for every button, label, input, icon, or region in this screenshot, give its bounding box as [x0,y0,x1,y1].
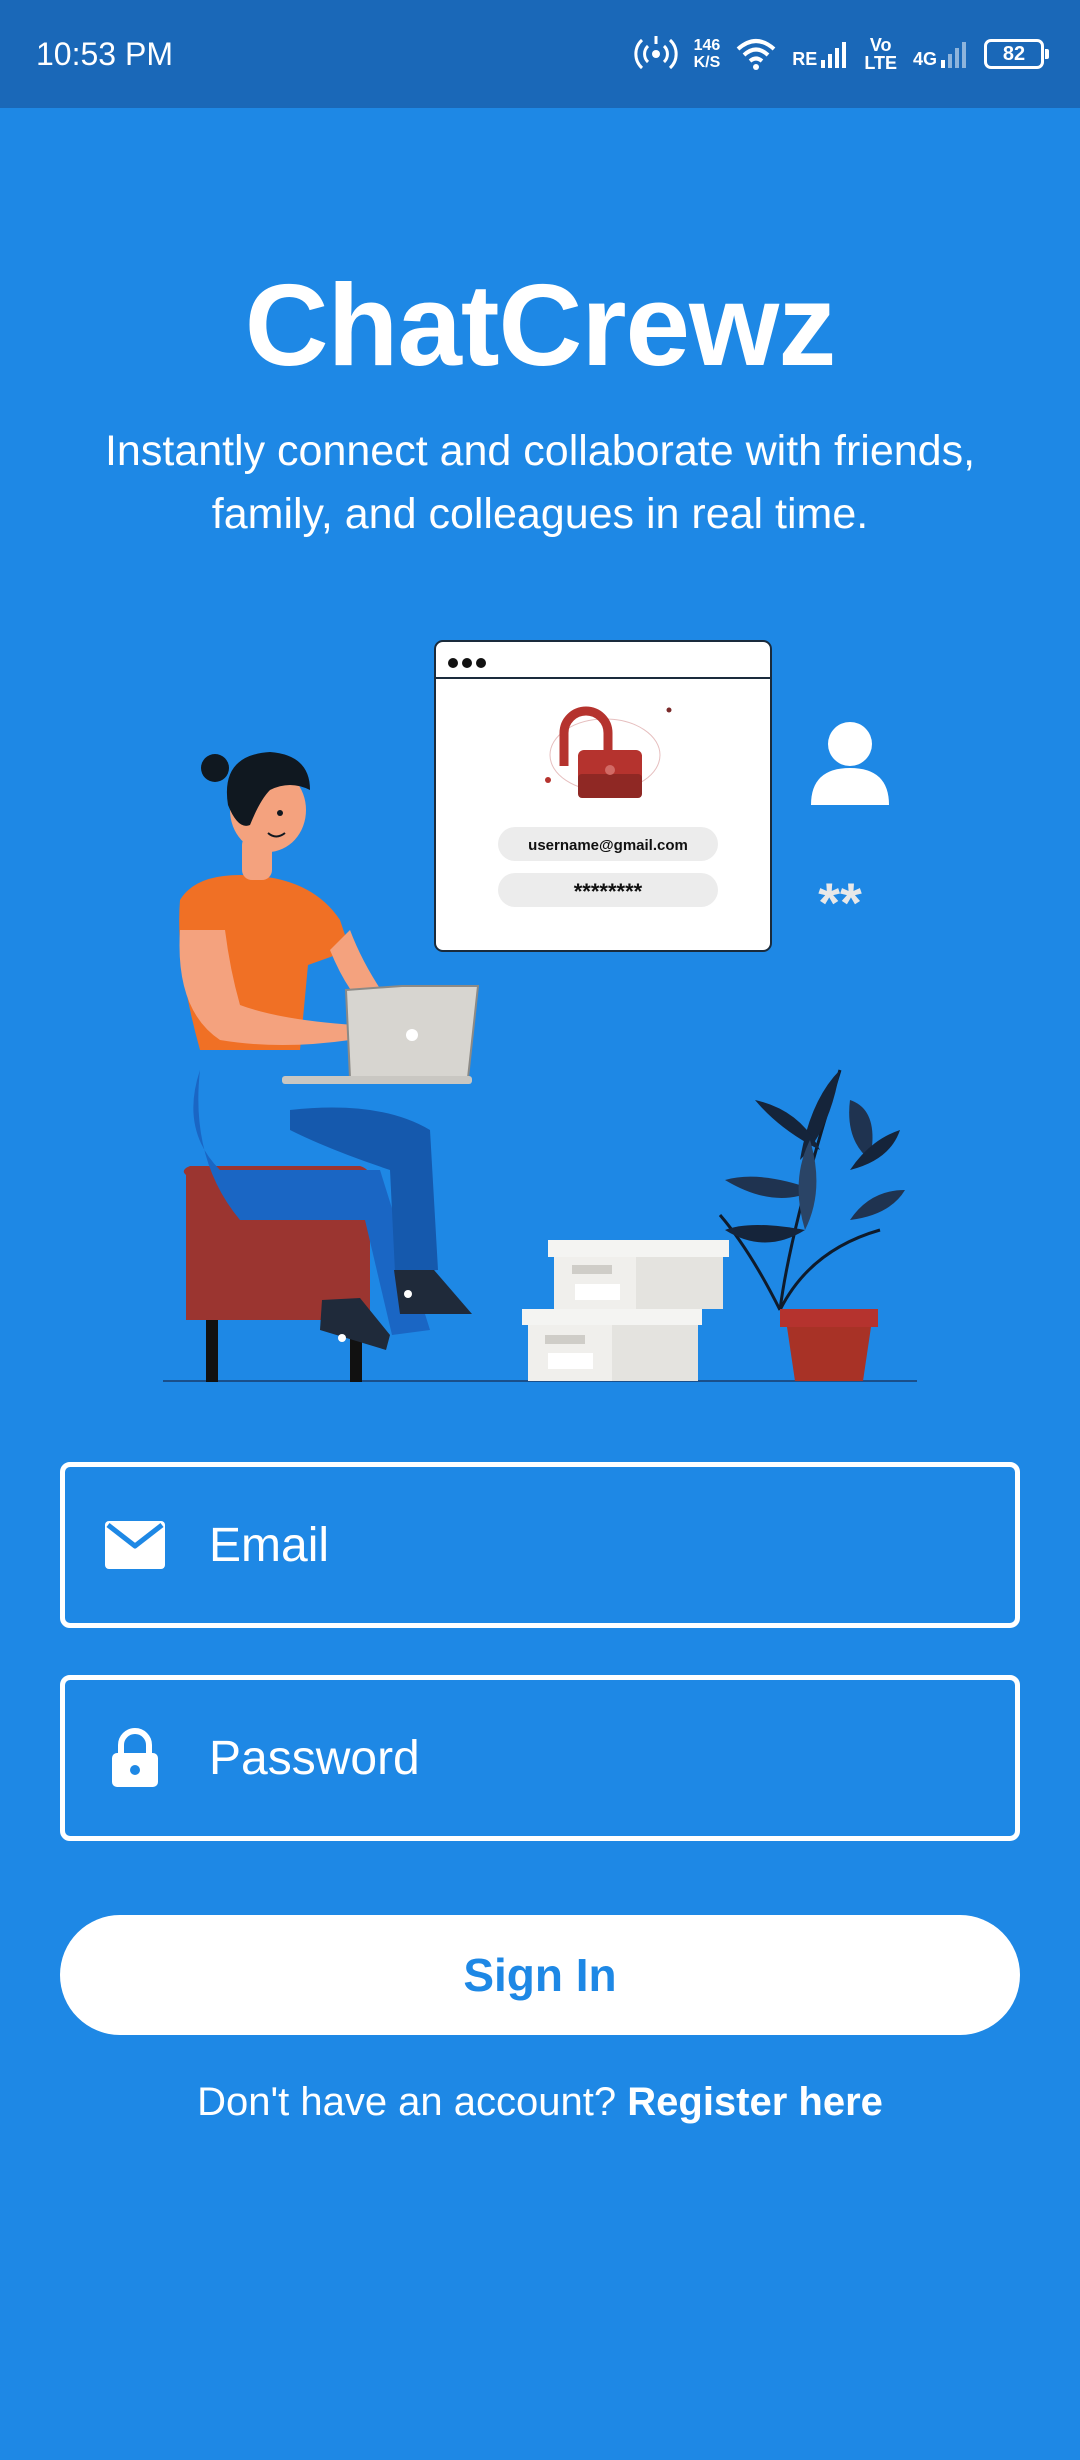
register-prompt: Don't have an account? [197,2080,617,2124]
user-icon [811,722,889,805]
status-bar: 10:53 PM 146 K/S RE Vo LTE 4G 82 [0,0,1080,108]
register-row: Don't have an account? Register here [0,2080,1080,2125]
battery-level: 82 [1002,42,1026,65]
wifi-icon [736,39,776,70]
potted-plant-illustration [718,1069,905,1381]
email-input[interactable] [207,1516,971,1574]
signal-icon [821,42,847,68]
volte-indicator: Vo LTE [864,36,897,72]
sim1-label: RE [792,49,818,69]
status-time: 10:53 PM [36,35,173,72]
app-title: ChatCrewz [244,260,836,390]
asterisks-text: ** [818,871,862,934]
speed-value: 146 [693,37,721,54]
volte-bottom: LTE [864,53,897,73]
speed-unit: K/S [693,54,721,71]
sim2-signal: 4G [913,40,968,68]
login-illustration: username@gmail.com ******** ** [163,640,917,1382]
register-link[interactable]: Register here [627,2080,883,2124]
illustration-email-text: username@gmail.com [528,837,688,854]
hotspot-icon [634,36,678,70]
network-type: 4G [912,49,937,69]
app-subtitle: Instantly connect and collaborate with f… [104,427,976,538]
email-field-container[interactable] [60,1462,1020,1628]
password-input[interactable] [207,1729,971,1787]
illustration-password-text: ******** [574,879,643,904]
volte-top: Vo [869,35,892,55]
person-with-laptop-illustration [179,752,480,1382]
browser-window-illustration: username@gmail.com ******** [434,640,772,952]
status-icons: 146 K/S RE Vo LTE 4G 82 [634,34,1049,74]
sign-in-button[interactable]: Sign In [60,1915,1020,2035]
sim1-signal: RE [792,40,848,68]
signal-icon [941,42,966,68]
battery-icon: 82 [984,39,1049,69]
password-field-container[interactable] [60,1675,1020,1841]
email-icon [103,1513,167,1577]
network-speed: 146 K/S [694,37,721,71]
lock-icon [103,1726,167,1790]
storage-boxes-illustration [522,1240,729,1381]
